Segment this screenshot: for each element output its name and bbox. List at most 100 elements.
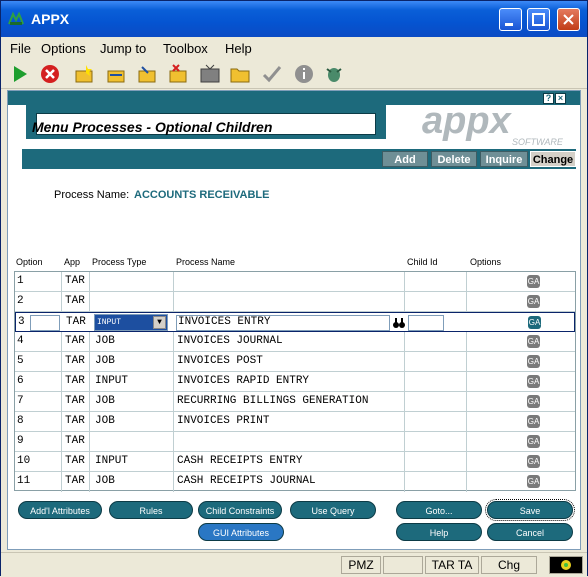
delete-mode-button[interactable]: Delete [431,151,477,167]
change-mode-button[interactable]: Change [530,151,576,167]
menu-title: Menu Processes - Optional Children [32,119,273,135]
tool-bar [1,59,587,89]
new-icon[interactable] [73,63,95,85]
appx-logo: appx SOFTWARE [422,101,564,147]
logo-text: appx [422,101,513,142]
addl-attributes-button[interactable]: Add'l Attributes [18,501,102,519]
led-icon [561,560,571,570]
row-option: 2 [17,295,24,307]
table-row[interactable]: 6 TAR INPUT INVOICES RAPID ENTRY GA [15,372,575,392]
play-icon[interactable] [9,63,31,85]
info-icon[interactable] [293,63,315,85]
row-name: INVOICES PRINT [177,415,270,427]
option-input[interactable] [30,315,60,331]
row-type: INPUT [95,375,129,387]
gui-attributes-icon[interactable]: GA [527,455,540,468]
gui-attributes-icon[interactable]: GA [527,295,540,308]
maximize-icon [532,13,545,26]
row-type: INPUT [95,455,129,467]
table-row[interactable]: 9 TAR GA [15,432,575,452]
gui-attributes-icon[interactable]: GA [527,415,540,428]
table-row[interactable]: 7 TAR JOB RECURRING BILLINGS GENERATION … [15,392,575,412]
table-row-active[interactable]: 3 TAR INPUT ▼ INVOICES ENTRY GA [15,312,575,332]
row-type: JOB [95,335,115,347]
gui-attributes-icon[interactable]: GA [528,316,541,329]
delete-icon[interactable] [167,63,189,85]
save-button[interactable]: Save [485,499,575,521]
row-app: TAR [65,275,85,287]
appx-logo-icon [8,11,24,25]
minimize-button[interactable] [499,8,522,31]
maximize-button[interactable] [527,8,550,31]
table-row[interactable]: 1 TAR GA [15,272,575,292]
binoculars-icon[interactable] [392,316,406,330]
screen-header: ? × Menu Processes - Optional Children ap… [8,91,580,171]
menu-bar: File Options Jump to Toolbox Help [1,37,587,59]
row-app: TAR [66,316,86,328]
bug-icon[interactable] [323,63,345,85]
child-constraints-button[interactable]: Child Constraints [198,501,282,519]
table-row[interactable]: 10 TAR INPUT CASH RECEIPTS ENTRY GA [15,452,575,472]
table-row[interactable]: 11 TAR JOB CASH RECEIPTS JOURNAL GA [15,472,575,492]
edit-icon[interactable] [105,63,127,85]
row-name: INVOICES ENTRY [178,316,271,328]
menu-file[interactable]: File [10,41,31,56]
row-option: 11 [17,475,31,487]
cancel-button[interactable]: Cancel [487,523,573,541]
row-option: 3 [18,316,25,328]
help-button[interactable]: Help [396,523,482,541]
row-type: JOB [95,355,115,367]
col-options: Options [470,257,502,267]
col-child-id: Child Id [407,257,438,267]
table-row[interactable]: 5 TAR JOB INVOICES POST GA [15,352,575,372]
row-type: JOB [95,415,115,427]
check-icon[interactable] [261,63,283,85]
row-app: TAR [65,395,85,407]
process-type-select[interactable]: INPUT ▼ [94,314,168,331]
col-process-name: Process Name [176,257,236,267]
connection-indicator [549,556,583,574]
inquire-mode-button[interactable]: Inquire [480,151,528,167]
goto-button[interactable]: Goto... [396,501,482,519]
status-pmz: PMZ [341,556,381,574]
row-option: 9 [17,435,24,447]
title-bar: APPX [1,1,587,37]
row-option: 6 [17,375,24,387]
menu-jump-to[interactable]: Jump to [100,41,146,56]
row-app: TAR [65,375,85,387]
gui-attributes-icon[interactable]: GA [527,355,540,368]
gui-attributes-icon[interactable]: GA [527,335,540,348]
menu-options[interactable]: Options [41,41,86,56]
gui-attributes-icon[interactable]: GA [527,375,540,388]
row-app: TAR [65,455,85,467]
folder-icon[interactable] [229,63,251,85]
close-button[interactable] [557,8,580,31]
tv-icon[interactable] [199,63,221,85]
gui-attributes-icon[interactable]: GA [527,435,540,448]
row-option: 4 [17,335,24,347]
row-option: 8 [17,415,24,427]
status-app: TAR TA [425,556,479,574]
menu-toolbox[interactable]: Toolbox [163,41,208,56]
gui-attributes-icon[interactable]: GA [527,475,540,488]
add-mode-button[interactable]: Add [382,151,428,167]
child-id-input[interactable] [408,315,444,331]
process-type-value: INPUT [97,318,122,327]
status-mode: Chg [481,556,537,574]
col-process-type: Process Type [92,257,147,267]
gui-attributes-icon[interactable]: GA [527,395,540,408]
rules-button[interactable]: Rules [109,501,193,519]
export-icon[interactable] [136,63,158,85]
table-row[interactable]: 8 TAR JOB INVOICES PRINT GA [15,412,575,432]
row-option: 10 [17,455,31,467]
gui-attributes-icon[interactable]: GA [527,275,540,288]
row-option: 5 [17,355,24,367]
chevron-down-icon[interactable]: ▼ [153,316,166,329]
table-row[interactable]: 4 TAR JOB INVOICES JOURNAL GA [15,332,575,352]
menu-help[interactable]: Help [225,41,252,56]
stop-icon[interactable] [39,63,61,85]
gui-attributes-button[interactable]: GUI Attributes [198,523,284,541]
row-name: INVOICES JOURNAL [177,335,283,347]
use-query-button[interactable]: Use Query [290,501,376,519]
table-row[interactable]: 2 TAR GA [15,292,575,312]
